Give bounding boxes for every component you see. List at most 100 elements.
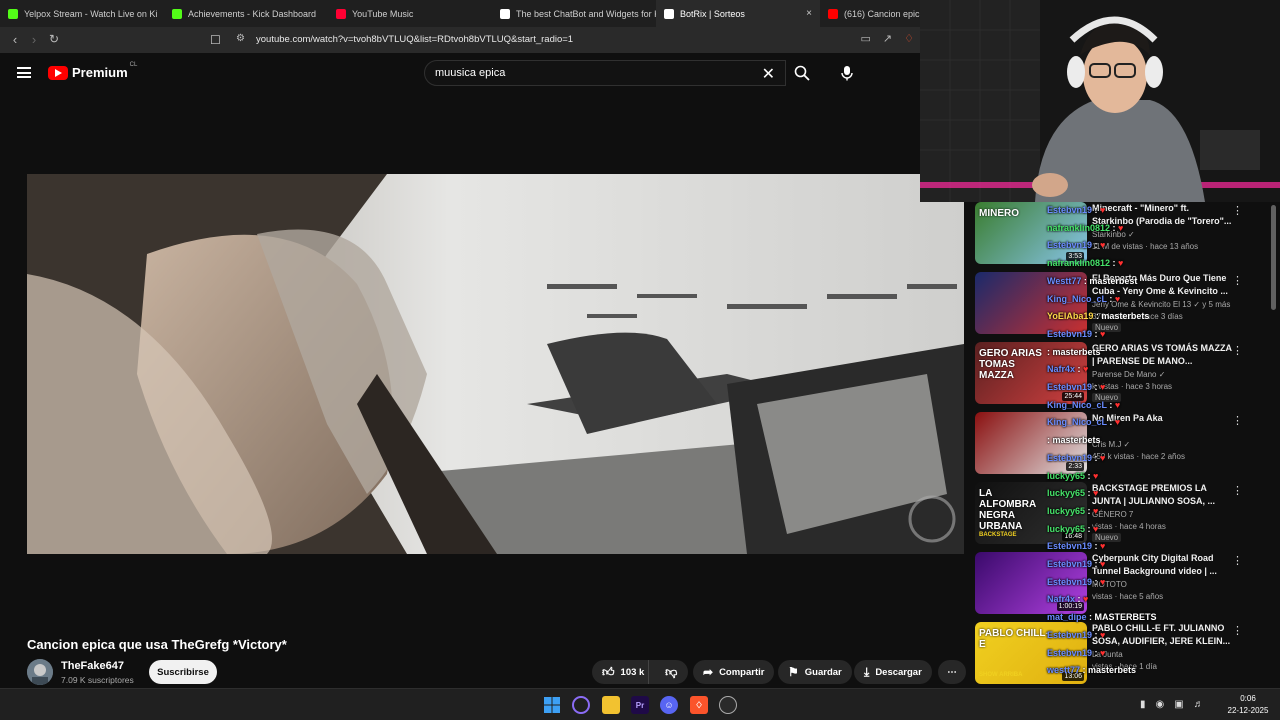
brave-shield-icon[interactable]: ♢ <box>904 32 914 45</box>
search-app-icon[interactable] <box>572 696 590 714</box>
recommended-title[interactable]: BACKSTAGE PREMIOS LA JUNTA | JULIANNO SO… <box>1092 482 1232 508</box>
chat-emote-icon: ♥ <box>1118 222 1124 233</box>
save-button[interactable]: ⚑ Guardar <box>778 660 852 684</box>
forward-icon[interactable]: › <box>24 32 44 47</box>
close-tab-icon[interactable]: × <box>806 8 812 19</box>
browser-tab[interactable]: Yelpox Stream - Watch Live on Ki <box>0 0 164 27</box>
channel-avatar[interactable] <box>27 659 53 685</box>
chat-message: nafranklin0812 : ♥ <box>1047 258 1123 268</box>
mic-tray-icon[interactable]: ◉ <box>1156 699 1165 710</box>
search-button[interactable] <box>786 60 818 86</box>
file-explorer-icon[interactable] <box>602 696 620 714</box>
share-arrow-icon: ➦ <box>703 665 714 679</box>
voice-search-button[interactable] <box>834 60 860 86</box>
chat-message: Estebvn19 : ♥ <box>1047 453 1105 463</box>
video-player[interactable] <box>27 174 964 554</box>
menu-icon[interactable] <box>17 67 31 78</box>
chat-message: Estebvn19 : ♥ <box>1047 630 1105 640</box>
chat-separator: : <box>1110 222 1119 233</box>
tab-label: The best ChatBot and Widgets for Ki <box>516 8 656 19</box>
more-options-icon[interactable]: ⋮ <box>1232 274 1243 287</box>
chat-username: Estebvn19 <box>1047 328 1093 339</box>
recommendations-scrollbar[interactable] <box>1271 205 1276 310</box>
bookmark-icon: ⚑ <box>788 665 799 679</box>
chat-username: King_Nico_cL <box>1047 293 1107 304</box>
site-info-icon[interactable]: ⚙ <box>236 33 245 44</box>
more-options-icon[interactable]: ⋮ <box>1232 204 1243 217</box>
subscriber-count: 7.09 K suscriptores <box>61 675 134 685</box>
chat-message: Nafr4x : ♥ <box>1047 594 1088 604</box>
chat-emote-icon: ♥ <box>1114 399 1121 410</box>
youtube-play-icon <box>48 65 68 80</box>
recommended-video[interactable]: LA ALFOMBRA NEGRA URBANA BACKSTAGE 16:48 BA… <box>975 482 1265 548</box>
share-icon[interactable]: ↗ <box>883 32 892 45</box>
thumbnail-text: LA ALFOMBRA NEGRA URBANA <box>979 488 1036 532</box>
recommended-video[interactable]: PABLO CHILL-E SHOW ARRIBA 13:06 PABLO CHILL… <box>975 622 1265 688</box>
battery-icon[interactable]: ▮ <box>1140 699 1146 710</box>
browser-tab[interactable]: The best ChatBot and Widgets for Ki <box>492 0 656 27</box>
chat-message: YoElAba19 : masterbets <box>1047 311 1149 321</box>
system-clock[interactable]: 0:06 22-12-2025 <box>1224 693 1272 717</box>
recommended-title[interactable]: Cyberpunk City Digital Road Tunnel Backg… <box>1092 552 1232 578</box>
save-label: Guardar <box>804 666 842 678</box>
browser-tab[interactable]: (616) Cancion epic <box>820 0 920 27</box>
chat-separator: : <box>1075 364 1084 375</box>
url-field[interactable]: youtube.com/watch?v=tvoh8bVTLUQ&list=RDt… <box>256 34 573 45</box>
windows-start-icon[interactable] <box>543 696 561 714</box>
more-options-icon[interactable]: ⋮ <box>1232 624 1243 637</box>
recommended-video[interactable]: GERO ARIAS TOMAS MAZZA 25:44 GERO ARIAS VS… <box>975 342 1265 408</box>
microphone-icon <box>841 66 853 81</box>
streamer-webcam <box>920 0 1280 202</box>
tab-label: YouTube Music <box>352 8 414 19</box>
chat-username: westt77 <box>1047 665 1081 676</box>
clear-search-icon[interactable]: ✕ <box>762 64 775 84</box>
chat-separator: : <box>1075 594 1084 605</box>
youtube-logo[interactable]: Premium CL <box>48 62 137 80</box>
volume-icon[interactable]: ♬ <box>1194 699 1204 710</box>
recommended-title[interactable]: GERO ARIAS VS TOMÁS MAZZA | PARENSE DE M… <box>1092 342 1232 368</box>
more-actions-button[interactable]: ⋯ <box>938 660 966 684</box>
chat-emote-icon: ♥ <box>1100 240 1106 251</box>
chat-separator: : <box>1092 452 1101 463</box>
clock-date: 22-12-2025 <box>1227 706 1269 715</box>
recommended-meta: vistas · hace 5 años <box>1092 592 1164 601</box>
cast-icon[interactable]: ▭ <box>861 32 871 45</box>
share-button[interactable]: ➦ Compartir <box>693 660 775 684</box>
chat-message: Estebvn19 : ♥ <box>1047 382 1105 392</box>
more-options-icon[interactable]: ⋮ <box>1232 554 1243 567</box>
tab-label: Yelpox Stream - Watch Live on Ki <box>24 8 158 19</box>
bookmark-icon[interactable]: ☐ <box>210 33 221 47</box>
back-icon[interactable]: ‹ <box>5 32 25 47</box>
recommended-video[interactable]: 1:00:19 Cyberpunk City Digital Road Tunne… <box>975 552 1265 618</box>
network-icon[interactable]: ▣ <box>1174 699 1183 710</box>
dislike-button[interactable]: 👎︎ <box>655 665 688 680</box>
chat-message: Nafr4x : ♥ <box>1047 364 1088 374</box>
chat-message: Estebvn19 : ♥ <box>1047 541 1105 551</box>
search-input[interactable]: muusica epica <box>435 67 505 79</box>
browser-tab[interactable]: YouTube Music <box>328 0 492 27</box>
browser-tab[interactable]: BotRix | Sorteos × <box>656 0 820 27</box>
premiere-pro-icon[interactable]: Pr <box>631 696 649 714</box>
download-label: Descargar <box>875 666 922 678</box>
brave-browser-icon[interactable]: ♢ <box>690 696 708 714</box>
more-options-icon[interactable]: ⋮ <box>1232 484 1243 497</box>
steam-icon[interactable] <box>719 696 737 714</box>
chat-username: luckyy65 <box>1047 470 1086 481</box>
search-box[interactable]: muusica epica ✕ <box>424 60 786 86</box>
like-button[interactable]: 👍︎ 103 k <box>592 660 649 684</box>
discord-icon[interactable]: ☺ <box>660 696 678 714</box>
channel-name[interactable]: TheFake647 <box>61 660 124 672</box>
chat-username: Estebvn19 <box>1047 629 1093 640</box>
chat-emote-icon: ♥ <box>1100 629 1106 640</box>
chat-username: luckyy65 <box>1047 523 1086 534</box>
more-options-icon[interactable]: ⋮ <box>1232 344 1243 357</box>
recommended-title[interactable]: PABLO CHILL-E FT. JULIANNO SOSA, AUDIFIE… <box>1092 622 1232 648</box>
browser-tab[interactable]: Achievements - Kick Dashboard <box>164 0 328 27</box>
chat-username: Estebvn19 <box>1047 452 1093 463</box>
subscribe-button[interactable]: Suscribirse <box>149 660 217 684</box>
chat-separator: : <box>1092 629 1101 640</box>
chat-separator: : <box>1110 258 1119 269</box>
more-options-icon[interactable]: ⋮ <box>1232 414 1243 427</box>
download-button[interactable]: ⤓ Descargar <box>854 660 932 684</box>
reload-icon[interactable]: ↻ <box>44 32 64 46</box>
